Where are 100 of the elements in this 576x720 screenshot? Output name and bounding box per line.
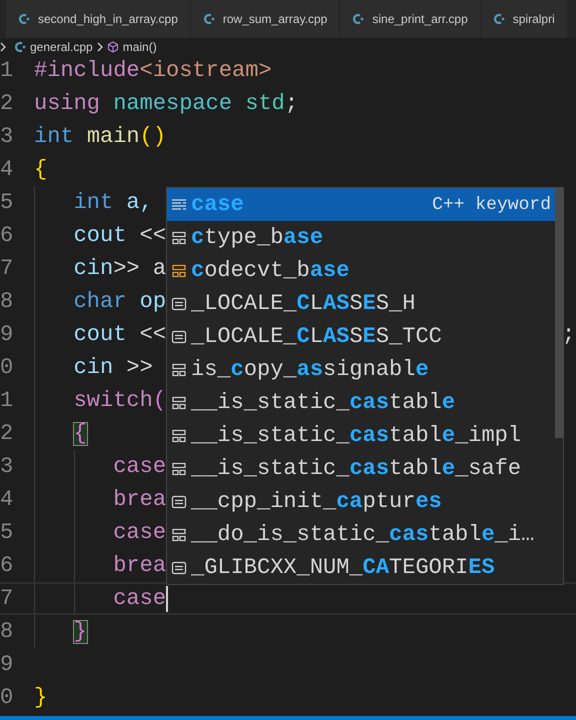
struct-icon [171, 230, 187, 244]
code-token: >> a [113, 258, 166, 280]
line-number: 0 [0, 686, 14, 708]
code-token: int [34, 126, 74, 148]
line-number: 5 [0, 522, 14, 544]
macro-icon [171, 560, 187, 574]
code-token: cout [74, 224, 126, 246]
code-token: >> [126, 356, 153, 378]
macro-icon [171, 494, 187, 508]
line-number: 2 [0, 422, 14, 444]
line-number: 8 [0, 620, 14, 642]
suggestion-label: is_copy_assignable [191, 358, 429, 380]
editor-tab[interactable]: row_sum_array.cpp [190, 0, 340, 38]
suggestion-item[interactable]: codecvt_base [167, 254, 555, 287]
line-number: 8 [0, 290, 14, 312]
code-token: ; [562, 324, 576, 346]
line-number: 7 [0, 258, 14, 280]
chevron-right-icon [0, 42, 6, 52]
line-number: 6 [0, 554, 14, 576]
line-number: 3 [0, 456, 14, 478]
code-token: int [74, 192, 114, 214]
code-token: namespace [113, 92, 232, 114]
struct-icon [171, 396, 187, 410]
suggestion-item[interactable]: __is_static_castable_impl [167, 419, 555, 452]
suggestion-item[interactable]: is_copy_assignable [167, 353, 555, 386]
code-token: << [140, 224, 166, 246]
breadcrumb-symbol[interactable]: main() [122, 38, 157, 56]
suggestion-item[interactable]: _GLIBCXX_NUM_CATEGORIES [167, 551, 555, 584]
line-number: 1 [0, 390, 14, 412]
suggestion-label: _LOCALE_CLASSES_TCC [191, 326, 442, 348]
class-icon [171, 264, 187, 278]
suggestion-item[interactable]: __cpp_init_captures [167, 485, 555, 518]
suggestion-item[interactable]: ctype_base [167, 221, 555, 254]
code-token: { [34, 158, 48, 180]
code-token: switch [74, 390, 153, 412]
cpp-file-icon [14, 41, 26, 53]
code-token: cin [74, 356, 114, 378]
suggestion-label: codecvt_base [191, 260, 350, 282]
suggestion-detail: C++ keyword [432, 196, 551, 214]
code-token: op [140, 290, 166, 312]
cpp-file-icon [492, 13, 505, 25]
line-number: 9 [0, 324, 14, 346]
line-number: 7 [0, 588, 14, 610]
suggestion-item[interactable]: __is_static_castable [167, 386, 555, 419]
code-token: cin [74, 258, 114, 280]
editor-tab[interactable]: spiralpri [480, 0, 567, 38]
suggestion-label: case [191, 194, 244, 216]
code-token: brea [113, 554, 166, 576]
code-token: char [74, 290, 126, 312]
code-token: case [113, 588, 166, 610]
code-token: main [86, 126, 140, 148]
struct-icon [171, 428, 187, 442]
suggestion-label: __is_static_castable_safe [191, 458, 522, 480]
line-number: 5 [0, 192, 14, 214]
code-token: brea [113, 488, 166, 510]
struct-icon [171, 462, 187, 476]
code-token: using [34, 92, 100, 114]
matched-bracket: { [74, 422, 87, 444]
code-token: << [140, 324, 166, 346]
chevron-right-icon [96, 42, 103, 52]
suggestion-item[interactable]: __do_is_static_castable_i… [167, 518, 555, 551]
code-token: () [140, 126, 166, 148]
code-token: ; [284, 92, 298, 114]
struct-icon [171, 528, 187, 542]
suggestion-label: __cpp_init_captures [191, 490, 442, 512]
code-token: case [113, 456, 166, 478]
text-cursor [166, 586, 168, 612]
line-number: 2 [0, 92, 14, 114]
suggestion-item[interactable]: _LOCALE_CLASSES_TCC [167, 320, 555, 353]
macro-icon [171, 296, 187, 310]
scrollbar-thumb[interactable] [555, 188, 563, 438]
code-token: ( [152, 390, 166, 412]
line-number: 1 [0, 60, 14, 82]
code-token: } [34, 686, 48, 708]
code-token: #include [34, 60, 140, 82]
suggestion-label: __do_is_static_castable_i… [191, 524, 534, 546]
code-token: case [113, 522, 166, 544]
code-token: a, [126, 192, 153, 214]
editor-tab[interactable]: second_high_in_array.cpp [6, 0, 190, 38]
line-number: 9 [0, 654, 14, 676]
suggestion-item[interactable]: case C++ keyword [167, 188, 555, 221]
line-number: 6 [0, 224, 14, 246]
cube-icon [106, 41, 119, 53]
code-token: std [245, 92, 285, 114]
struct-icon [171, 362, 187, 376]
editor-tab[interactable]: sine_print_arr.cpp [340, 0, 480, 38]
suggestion-item[interactable]: _LOCALE_CLASSES_H [167, 287, 555, 320]
code-token: <iostream> [140, 60, 272, 82]
breadcrumb-file[interactable]: general.cpp [30, 38, 93, 56]
suggestion-label: __is_static_castable_impl [191, 424, 522, 446]
line-number: 4 [0, 158, 14, 180]
suggestion-label: _LOCALE_CLASSES_H [191, 292, 416, 314]
suggestion-label: _GLIBCXX_NUM_CATEGORIES [191, 556, 495, 578]
suggestion-item[interactable]: __is_static_castable_safe [167, 452, 555, 485]
line-number: 4 [0, 488, 14, 510]
suggestion-label: ctype_base [191, 226, 324, 248]
line-number: 3 [0, 126, 14, 148]
cpp-file-icon [352, 13, 364, 25]
matched-bracket: } [74, 620, 87, 642]
macro-icon [171, 330, 187, 344]
